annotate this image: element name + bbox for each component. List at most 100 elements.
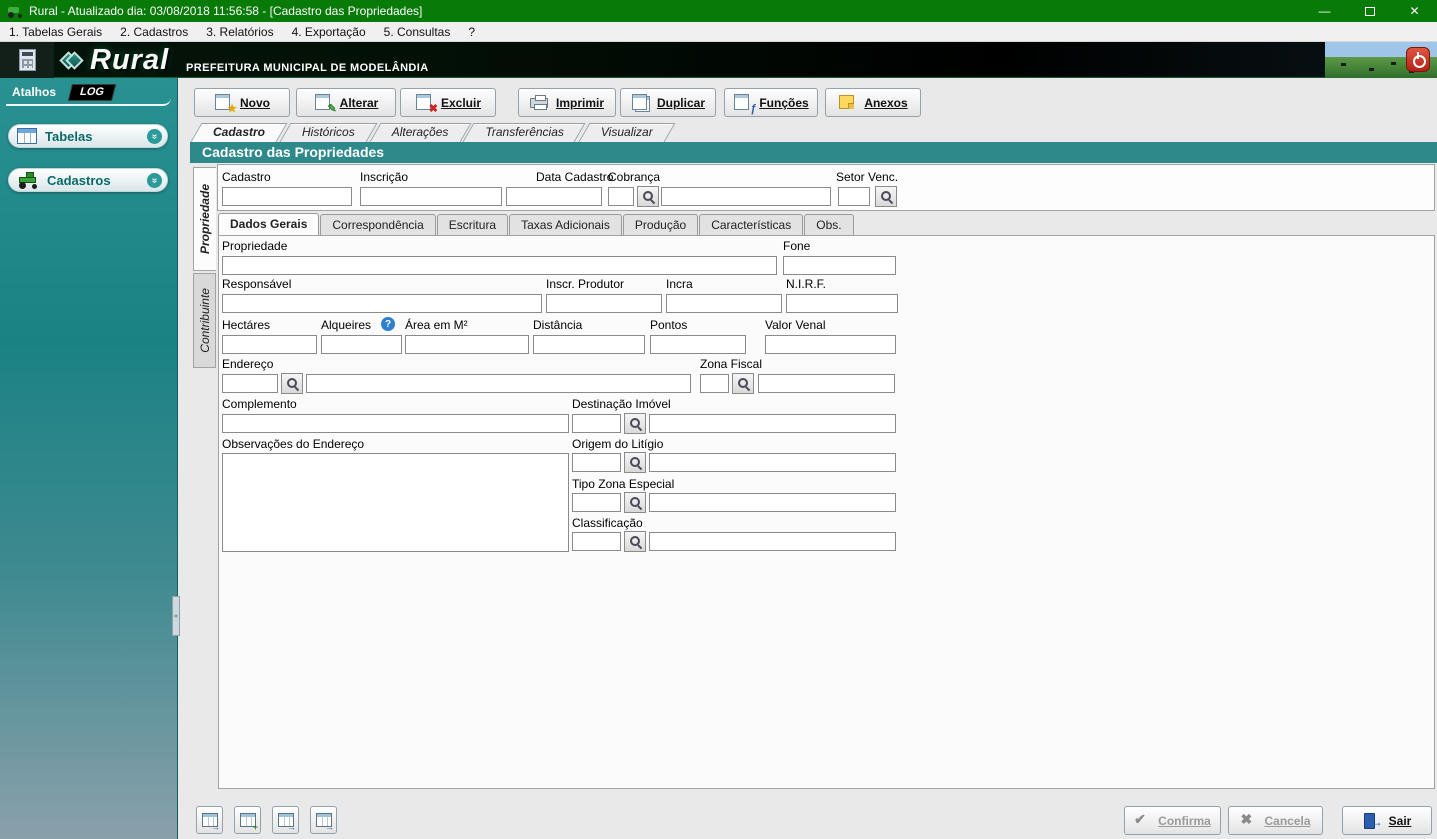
imprimir-button[interactable]: Imprimir [518, 88, 616, 117]
pontos-input[interactable] [650, 335, 746, 354]
destinacao-lookup-button[interactable] [624, 413, 646, 434]
zona-fiscal-lookup-button[interactable] [732, 373, 754, 394]
maximize-button[interactable] [1347, 0, 1392, 22]
zona-fiscal-code-input[interactable] [700, 374, 729, 393]
setor-venc-code-input[interactable] [838, 187, 870, 206]
menu-consultas[interactable]: 5. Consultas [375, 22, 460, 42]
arrow-icon: → [287, 822, 296, 832]
observacoes-endereco-textarea[interactable] [222, 453, 569, 552]
responsavel-input[interactable] [222, 294, 542, 313]
search-icon [629, 535, 642, 548]
distancia-input[interactable] [533, 335, 645, 354]
cobranca-label: Cobrança [608, 170, 661, 184]
cobranca-desc-input[interactable] [661, 187, 831, 206]
chevron-double-down-icon[interactable]: » [147, 172, 162, 188]
side-tab-contribuinte[interactable]: Contribuinte [193, 273, 216, 368]
cancel-icon: ✖ [1240, 810, 1253, 827]
destinacao-code-input[interactable] [572, 414, 621, 433]
subtab-producao[interactable]: Produção [622, 214, 699, 235]
cobranca-lookup-button[interactable] [637, 186, 659, 207]
subtab-correspondencia[interactable]: Correspondência [320, 214, 436, 235]
setor-venc-lookup-button[interactable] [875, 186, 897, 207]
tab-transferencias[interactable]: Transferências [468, 123, 580, 142]
side-tab-propriedade[interactable]: Propriedade [193, 167, 216, 271]
splitter-collapse-handle[interactable]: « [172, 596, 180, 636]
sair-button[interactable]: → Sair [1342, 806, 1432, 835]
endereco-label: Endereço [222, 357, 274, 371]
area-m2-input[interactable] [405, 335, 529, 354]
menu-exportacao[interactable]: 4. Exportação [283, 22, 375, 42]
confirma-button[interactable]: ✔ Confirma [1124, 806, 1221, 835]
plus-icon: + [252, 822, 258, 832]
chevron-double-down-icon[interactable]: » [147, 128, 162, 144]
tab-cadastro[interactable]: Cadastro [196, 123, 282, 142]
observacoes-endereco-label: Observações do Endereço [222, 437, 365, 451]
subtab-dados-gerais[interactable]: Dados Gerais [218, 213, 320, 235]
menu-cadastros[interactable]: 2. Cadastros [111, 22, 197, 42]
record-nav-button-1[interactable]: → [196, 806, 223, 834]
shortcuts-label: Atalhos [12, 85, 57, 99]
funcoes-button[interactable]: ƒ Funções [724, 88, 818, 117]
record-nav-button-3[interactable]: → [272, 806, 299, 834]
tab-historicos[interactable]: Históricos [285, 123, 372, 142]
tractor-icon [17, 171, 39, 189]
record-nav-button-2[interactable]: + [234, 806, 261, 834]
origem-litigio-code-input[interactable] [572, 453, 621, 472]
destinacao-imovel-label: Destinação Imóvel [572, 397, 671, 411]
subtab-obs[interactable]: Obs. [804, 214, 854, 235]
edit-record-icon: ✎ [314, 94, 337, 115]
inscr-produtor-input[interactable] [546, 294, 662, 313]
tab-alteracoes[interactable]: Alterações [375, 123, 466, 142]
cadastro-input[interactable] [222, 187, 352, 206]
origem-litigio-desc-input[interactable] [649, 453, 896, 472]
fone-input[interactable] [783, 256, 896, 275]
zona-fiscal-desc-input[interactable] [758, 374, 895, 393]
classificacao-desc-input[interactable] [649, 532, 896, 551]
data-cadastro-input[interactable] [506, 187, 602, 206]
tab-visualizar[interactable]: Visualizar [584, 123, 670, 142]
subtab-escritura[interactable]: Escritura [436, 214, 509, 235]
anexos-button[interactable]: Anexos [825, 88, 921, 117]
logo-text: Rural [90, 43, 170, 76]
propriedade-input[interactable] [222, 256, 777, 275]
menu-tabelas-gerais[interactable]: 1. Tabelas Gerais [0, 22, 111, 42]
tipo-zona-code-input[interactable] [572, 493, 621, 512]
sidebar-item-tabelas[interactable]: Tabelas » [8, 124, 168, 148]
excluir-button[interactable]: ✖ Excluir [400, 88, 496, 117]
alterar-button[interactable]: ✎ Alterar [296, 88, 396, 117]
classificacao-lookup-button[interactable] [624, 531, 646, 552]
tipo-zona-lookup-button[interactable] [624, 492, 646, 513]
menu-help[interactable]: ? [459, 22, 484, 42]
inscricao-input[interactable] [360, 187, 502, 206]
close-icon: ✕ [1409, 4, 1420, 18]
menu-relatorios[interactable]: 3. Relatórios [197, 22, 282, 42]
destinacao-desc-input[interactable] [649, 414, 896, 433]
duplicar-button[interactable]: Duplicar [620, 88, 716, 117]
subtab-taxas-adicionais[interactable]: Taxas Adicionais [509, 214, 622, 235]
valor-venal-input[interactable] [765, 335, 896, 354]
close-button[interactable]: ✕ [1392, 0, 1437, 22]
minimize-button[interactable]: — [1302, 0, 1347, 22]
alqueires-input[interactable] [321, 335, 402, 354]
classificacao-code-input[interactable] [572, 532, 621, 551]
endereco-code-input[interactable] [222, 374, 278, 393]
endereco-desc-input[interactable] [306, 374, 691, 393]
complemento-input[interactable] [222, 414, 569, 433]
arrow-icon: → [325, 822, 334, 832]
power-off-icon[interactable] [1406, 47, 1430, 72]
subtab-caracteristicas[interactable]: Características [699, 214, 804, 235]
endereco-lookup-button[interactable] [281, 373, 303, 394]
hectares-input[interactable] [222, 335, 317, 354]
sidebar-item-cadastros[interactable]: Cadastros » [8, 168, 168, 192]
record-nav-button-4[interactable]: → [310, 806, 337, 834]
nirf-input[interactable] [786, 294, 898, 313]
sub-tab-row: Dados Gerais Correspondência Escritura T… [218, 213, 855, 235]
help-icon[interactable]: ? [381, 317, 395, 331]
cobranca-code-input[interactable] [608, 187, 634, 206]
tipo-zona-desc-input[interactable] [649, 493, 896, 512]
incra-input[interactable] [666, 294, 782, 313]
area-m2-label: Área em M² [405, 318, 468, 332]
cancela-button[interactable]: ✖ Cancela [1228, 806, 1323, 835]
origem-litigio-lookup-button[interactable] [624, 452, 646, 473]
novo-button[interactable]: ★ Novo [194, 88, 290, 117]
